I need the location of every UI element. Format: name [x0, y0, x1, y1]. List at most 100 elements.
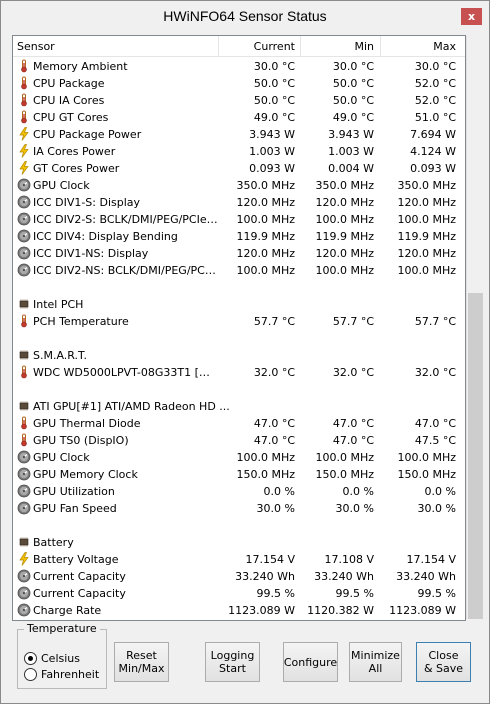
header-sensor[interactable]: Sensor: [17, 40, 55, 53]
min-value: 120.0 MHz: [315, 247, 374, 260]
sensor-name: Current Capacity: [33, 570, 126, 583]
current-value: 120.0 MHz: [236, 247, 295, 260]
max-value: 1123.089 W: [389, 604, 456, 617]
sensor-row[interactable]: CPU IA Cores 50.0 °C 50.0 °C 52.0 °C: [13, 92, 465, 109]
sensor-name: CPU Package Power: [33, 128, 142, 141]
current-value: 30.0 °C: [253, 60, 295, 73]
sensor-status-window: HWiNFO64 Sensor Status x Sensor Current …: [0, 0, 490, 704]
sensor-name: Intel PCH: [33, 298, 84, 311]
sensor-row[interactable]: Memory Ambient 30.0 °C 30.0 °C 30.0 °C: [13, 58, 465, 75]
sensor-row[interactable]: WDC WD5000LPVT-08G33T1 [WD-... 32.0 °C 32.…: [13, 364, 465, 381]
min-value: 0.004 W: [328, 162, 374, 175]
sensor-row[interactable]: PCH Temperature 57.7 °C 57.7 °C 57.7 °C: [13, 313, 465, 330]
fahrenheit-radio[interactable]: [24, 668, 37, 681]
sensor-row[interactable]: GPU TS0 (DispIO) 47.0 °C 47.0 °C 47.5 °C: [13, 432, 465, 449]
sensor-name: Current Capacity: [33, 587, 126, 600]
current-value: 100.0 MHz: [236, 451, 295, 464]
spacer-row: [13, 279, 465, 296]
logging-start-button[interactable]: Logging Start: [205, 642, 260, 682]
sensor-row[interactable]: CPU Package Power 3.943 W 3.943 W 7.694 W: [13, 126, 465, 143]
fahrenheit-label: Fahrenheit: [41, 668, 100, 681]
gauge-icon: [17, 212, 31, 226]
header-min[interactable]: Min: [300, 40, 374, 53]
sensor-group-row[interactable]: ATI GPU[#1] ATI/AMD Radeon HD ...: [13, 398, 465, 415]
header-max[interactable]: Max: [381, 40, 456, 53]
sensor-row[interactable]: ICC DIV2-NS: BCLK/DMI/PEG/PCIe/... 100.0 …: [13, 262, 465, 279]
current-value: 99.5 %: [256, 587, 295, 600]
max-value: 30.0 %: [417, 502, 456, 515]
min-value: 49.0 °C: [332, 111, 374, 124]
celsius-radio[interactable]: [24, 652, 37, 665]
min-value: 57.7 °C: [332, 315, 374, 328]
sensor-group-row[interactable]: Battery: [13, 534, 465, 551]
sensor-row[interactable]: GPU Thermal Diode 47.0 °C 47.0 °C 47.0 °C: [13, 415, 465, 432]
min-value: 47.0 °C: [332, 434, 374, 447]
max-value: 100.0 MHz: [397, 451, 456, 464]
reset-min-max-button[interactable]: Reset Min/Max: [114, 642, 169, 682]
sensor-row[interactable]: CPU GT Cores 49.0 °C 49.0 °C 51.0 °C: [13, 109, 465, 126]
sensor-row[interactable]: ICC DIV4: Display Bending 119.9 MHz 119.9 …: [13, 228, 465, 245]
sensor-name: WDC WD5000LPVT-08G33T1 [WD-...: [33, 366, 219, 379]
sensor-name: GPU Utilization: [33, 485, 115, 498]
button-label-line: Min/Max: [118, 662, 165, 675]
lightning-icon: [17, 552, 31, 566]
configure-button[interactable]: Configure: [283, 642, 338, 682]
sensor-row[interactable]: GPU Clock 100.0 MHz 100.0 MHz 100.0 MHz: [13, 449, 465, 466]
scrollbar-thumb[interactable]: [468, 293, 483, 619]
min-value: 100.0 MHz: [315, 451, 374, 464]
sensor-row[interactable]: Charge Rate 1123.089 W 1120.382 W 1123.089 …: [13, 602, 465, 619]
title-bar: HWiNFO64 Sensor Status x: [1, 1, 489, 31]
min-value: 32.0 °C: [332, 366, 374, 379]
close-window-button[interactable]: x: [461, 8, 482, 25]
sensor-name: GPU Memory Clock: [33, 468, 138, 481]
gauge-icon: [17, 195, 31, 209]
min-value: 50.0 °C: [332, 77, 374, 90]
sensor-row[interactable]: CPU Package 50.0 °C 50.0 °C 52.0 °C: [13, 75, 465, 92]
sensor-row[interactable]: ICC DIV1-NS: Display 120.0 MHz 120.0 MHz 12…: [13, 245, 465, 262]
table-header: Sensor Current Min Max: [13, 36, 465, 57]
thermometer-icon: [17, 365, 31, 379]
button-label-line: Minimize: [351, 649, 400, 662]
gauge-icon: [17, 229, 31, 243]
sensor-group-row[interactable]: Intel PCH: [13, 296, 465, 313]
minimize-all-button[interactable]: Minimize All: [349, 642, 402, 682]
sensor-name: GT Cores Power: [33, 162, 120, 175]
min-value: 47.0 °C: [332, 417, 374, 430]
spacer-row: [13, 330, 465, 347]
sensor-row[interactable]: ICC DIV2-S: BCLK/DMI/PEG/PCIe/P... 100.0 …: [13, 211, 465, 228]
min-value: 3.943 W: [328, 128, 374, 141]
sensor-row[interactable]: Current Capacity 99.5 % 99.5 % 99.5 %: [13, 585, 465, 602]
sensor-name: CPU IA Cores: [33, 94, 105, 107]
sensor-row[interactable]: GPU Clock 350.0 MHz 350.0 MHz 350.0 MHz: [13, 177, 465, 194]
min-value: 33.240 Wh: [314, 570, 374, 583]
sensor-row[interactable]: ICC DIV1-S: Display 120.0 MHz 120.0 MHz 120…: [13, 194, 465, 211]
button-label-line: All: [368, 662, 383, 675]
thermometer-icon: [17, 416, 31, 430]
gauge-icon: [17, 263, 31, 277]
sensor-name: GPU Thermal Diode: [33, 417, 141, 430]
current-value: 30.0 %: [256, 502, 295, 515]
max-value: 100.0 MHz: [397, 213, 456, 226]
current-value: 1123.089 W: [228, 604, 295, 617]
spacer-row: [13, 381, 465, 398]
sensor-row[interactable]: Current Capacity 33.240 Wh 33.240 Wh 33.240…: [13, 568, 465, 585]
max-value: 4.124 W: [410, 145, 456, 158]
sensor-row[interactable]: GT Cores Power 0.093 W 0.004 W 0.093 W: [13, 160, 465, 177]
vertical-scrollbar[interactable]: [466, 36, 484, 619]
min-value: 17.108 V: [324, 553, 374, 566]
max-value: 52.0 °C: [414, 94, 456, 107]
sensor-row[interactable]: GPU Memory Clock 150.0 MHz 150.0 MHz 150.0 …: [13, 466, 465, 483]
current-value: 120.0 MHz: [236, 196, 295, 209]
sensor-row[interactable]: Battery Voltage 17.154 V 17.108 V 17.154 V: [13, 551, 465, 568]
sensor-name: GPU Clock: [33, 451, 90, 464]
close-and-save-button[interactable]: Close & Save: [416, 642, 471, 682]
sensor-row[interactable]: IA Cores Power 1.003 W 1.003 W 4.124 W: [13, 143, 465, 160]
thermometer-icon: [17, 59, 31, 73]
sensor-group-row[interactable]: S.M.A.R.T.: [13, 347, 465, 364]
lightning-icon: [17, 161, 31, 175]
sensor-name: S.M.A.R.T.: [33, 349, 87, 362]
sensor-row[interactable]: GPU Fan Speed 30.0 % 30.0 % 30.0 %: [13, 500, 465, 517]
header-current[interactable]: Current: [218, 40, 295, 53]
sensor-row[interactable]: GPU Utilization 0.0 % 0.0 % 0.0 %: [13, 483, 465, 500]
gauge-icon: [17, 484, 31, 498]
